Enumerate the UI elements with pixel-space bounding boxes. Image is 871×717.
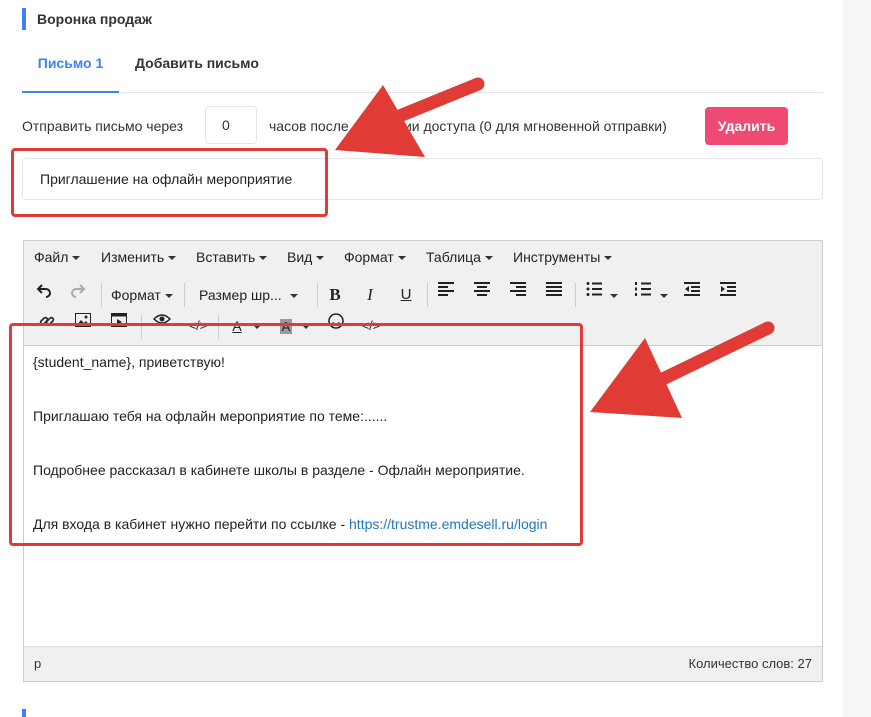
chevron-down-icon <box>164 294 173 299</box>
font-size-dropdown-label: Размер шр... <box>199 287 282 303</box>
menu-view-label: Вид <box>287 249 313 265</box>
menu-format-label: Формат <box>344 249 394 265</box>
chevron-down-icon <box>610 294 618 299</box>
editor-statusbar: p Количество слов: 27 <box>24 646 822 681</box>
toolbar-separator <box>101 283 102 307</box>
menu-tools-label: Инструменты <box>513 249 601 265</box>
menu-table-label: Таблица <box>426 249 481 265</box>
delete-button[interactable]: Удалить <box>705 107 788 145</box>
numbered-list-chevron-icon[interactable] <box>658 282 670 308</box>
menu-insert-label: Вставить <box>196 249 256 265</box>
chevron-down-icon <box>397 256 406 261</box>
align-left-icon[interactable] <box>435 282 457 308</box>
section-title: Воронка продаж <box>22 8 152 30</box>
send-delay-suffix: часов после активации доступа (0 для мгн… <box>269 118 667 134</box>
align-right-icon[interactable] <box>507 282 529 308</box>
next-section-accent <box>22 709 26 717</box>
annotation-box-body <box>9 323 583 546</box>
chevron-down-icon <box>604 256 613 261</box>
chevron-down-icon <box>259 256 268 261</box>
bold-icon[interactable]: B <box>324 282 346 308</box>
toolbar-separator <box>184 283 185 307</box>
chevron-down-icon <box>316 256 325 261</box>
redo-icon[interactable] <box>66 282 90 308</box>
menu-file-label: Файл <box>34 249 69 265</box>
numbered-list-icon[interactable] <box>632 282 654 308</box>
format-dropdown[interactable]: Формат <box>111 282 175 308</box>
send-delay-prefix: Отправить письмо через <box>22 118 184 134</box>
menu-format[interactable]: Формат <box>344 241 406 273</box>
annotation-box-subject <box>11 148 328 217</box>
word-count: Количество слов: 27 <box>688 656 812 671</box>
element-path[interactable]: p <box>34 647 41 681</box>
toolbar-separator <box>317 283 318 307</box>
chevron-down-icon <box>72 256 81 261</box>
align-center-icon[interactable] <box>471 282 493 308</box>
underline-icon[interactable]: U <box>395 282 417 308</box>
align-justify-icon[interactable] <box>543 282 565 308</box>
tab-letter-1[interactable]: Письмо 1 <box>22 48 119 93</box>
italic-icon[interactable]: I <box>359 282 381 308</box>
chevron-down-icon <box>168 256 177 261</box>
menu-view[interactable]: Вид <box>287 241 325 273</box>
tab-bar: Письмо 1 Добавить письмо <box>22 48 823 93</box>
bullet-list-chevron-icon[interactable] <box>608 282 620 308</box>
indent-icon[interactable] <box>717 282 739 308</box>
menu-insert[interactable]: Вставить <box>196 241 268 273</box>
toolbar-separator <box>427 283 428 307</box>
menu-edit[interactable]: Изменить <box>101 241 177 273</box>
chevron-down-icon <box>484 256 493 261</box>
tab-add-letter[interactable]: Добавить письмо <box>135 48 259 92</box>
format-dropdown-label: Формат <box>111 287 161 303</box>
font-size-dropdown[interactable]: Размер шр... <box>199 282 309 308</box>
toolbar-separator <box>575 283 576 307</box>
undo-icon[interactable] <box>32 282 56 308</box>
menu-table[interactable]: Таблица <box>426 241 493 273</box>
menu-edit-label: Изменить <box>101 249 165 265</box>
outdent-icon[interactable] <box>681 282 703 308</box>
hours-input[interactable] <box>205 106 257 144</box>
chevron-down-icon <box>289 294 298 299</box>
editor-menubar: Файл Изменить Вставить Вид Формат Таблиц… <box>24 241 822 274</box>
chevron-down-icon <box>660 294 668 299</box>
bullet-list-icon[interactable] <box>583 282 605 308</box>
menu-tools[interactable]: Инструменты <box>513 241 613 273</box>
menu-file[interactable]: Файл <box>34 241 81 273</box>
